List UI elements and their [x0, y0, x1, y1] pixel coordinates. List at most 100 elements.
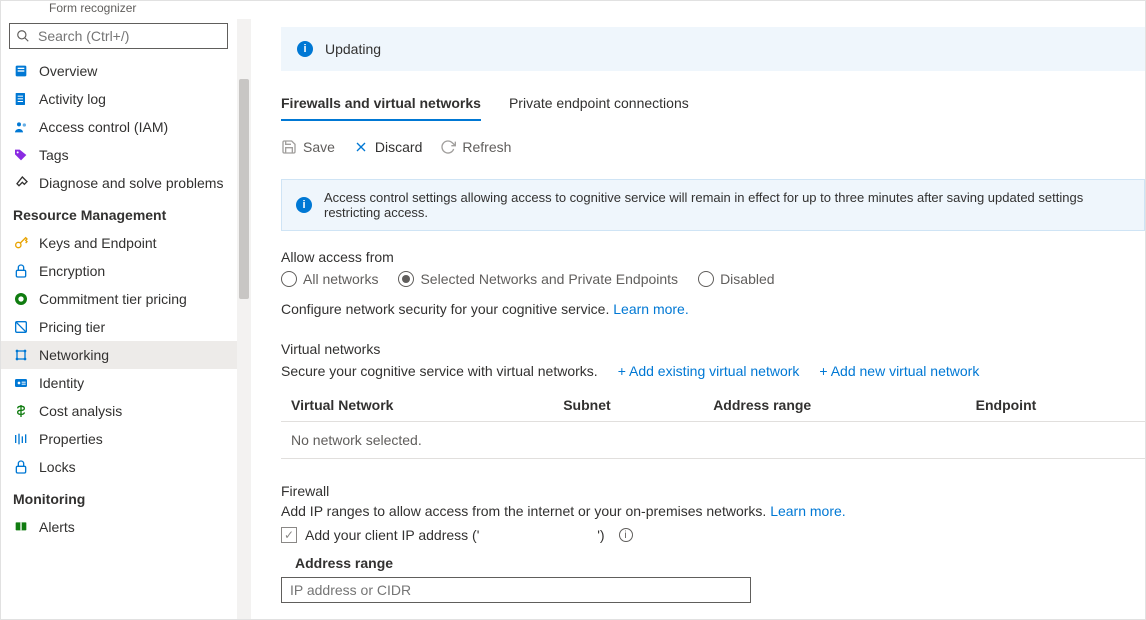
close-icon	[353, 139, 369, 155]
search-input[interactable]	[36, 27, 221, 45]
tags-icon	[13, 147, 29, 163]
resource-type-label: Form recognizer	[1, 1, 1145, 19]
sidebar-item-alerts[interactable]: Alerts	[1, 513, 251, 541]
sidebar-item-networking[interactable]: Networking	[1, 341, 251, 369]
updating-banner: i Updating	[281, 27, 1145, 71]
sidebar-scrollbar-track[interactable]	[237, 19, 251, 619]
vnet-table: Virtual NetworkSubnetAddress rangeEndpoi…	[281, 389, 1145, 459]
radio-dot-icon	[698, 271, 714, 287]
vnet-subtitle: Secure your cognitive service with virtu…	[281, 363, 598, 379]
sidebar-item-label: Keys and Endpoint	[39, 235, 157, 251]
add-new-vnet-link[interactable]: + Add new virtual network	[819, 363, 979, 379]
locks-icon	[13, 459, 29, 475]
sidebar-search[interactable]	[9, 23, 228, 49]
discard-label: Discard	[375, 139, 422, 155]
allow-access-label: Allow access from	[281, 249, 1145, 265]
sidebar-item-activity-log[interactable]: Activity log	[1, 85, 251, 113]
sidebar-item-pricing-tier[interactable]: Pricing tier	[1, 313, 251, 341]
refresh-icon	[440, 139, 456, 155]
networking-icon	[13, 347, 29, 363]
save-label: Save	[303, 139, 335, 155]
firewall-title: Firewall	[281, 483, 1145, 499]
sidebar-item-label: Locks	[39, 459, 76, 475]
radio-label: Selected Networks and Private Endpoints	[420, 271, 678, 287]
search-icon	[16, 29, 30, 43]
sidebar-item-label: Tags	[39, 147, 69, 163]
sidebar: Overview Activity log Access control (IAM)…	[1, 19, 251, 619]
allow-access-radios: All networks Selected Networks and Privat…	[281, 271, 1145, 287]
info-icon: i	[296, 197, 312, 213]
radio-dot-icon	[398, 271, 414, 287]
vnet-col-address-range: Address range	[703, 389, 965, 422]
vnet-col-subnet: Subnet	[553, 389, 703, 422]
learn-more-link[interactable]: Learn more.	[613, 301, 688, 317]
main-content: i Updating Firewalls and virtual network…	[251, 19, 1145, 619]
info-icon: i	[297, 41, 313, 57]
sidebar-scrollbar-thumb[interactable]	[239, 79, 249, 299]
keys-icon	[13, 235, 29, 251]
sidebar-item-locks[interactable]: Locks	[1, 453, 251, 481]
cost-icon	[13, 403, 29, 419]
sidebar-item-label: Encryption	[39, 263, 105, 279]
sidebar-item-encryption[interactable]: Encryption	[1, 257, 251, 285]
info-strip: i Access control settings allowing acces…	[281, 179, 1145, 231]
sidebar-item-label: Properties	[39, 431, 103, 447]
address-range-label: Address range	[295, 555, 1145, 571]
sidebar-item-label: Overview	[39, 63, 97, 79]
banner-text: Updating	[325, 41, 381, 57]
overview-icon	[13, 63, 29, 79]
sidebar-item-cost-analysis[interactable]: Cost analysis	[1, 397, 251, 425]
radio-all-networks[interactable]: All networks	[281, 271, 378, 287]
sidebar-item-label: Cost analysis	[39, 403, 122, 419]
sidebar-item-label: Identity	[39, 375, 84, 391]
tab-bar: Firewalls and virtual networks Private en…	[281, 95, 1145, 121]
radio-selected-networks-and-private-endpoints[interactable]: Selected Networks and Private Endpoints	[398, 271, 678, 287]
sidebar-item-tags[interactable]: Tags	[1, 141, 251, 169]
sidebar-item-identity[interactable]: Identity	[1, 369, 251, 397]
vnet-col-virtual-network: Virtual Network	[281, 389, 553, 422]
commitment-icon	[13, 291, 29, 307]
add-client-ip-checkbox[interactable]: ✓	[281, 527, 297, 543]
firewall-subtitle: Add IP ranges to allow access from the i…	[281, 503, 766, 519]
tab-private-endpoint-connections[interactable]: Private endpoint connections	[509, 95, 689, 121]
add-existing-vnet-link[interactable]: + Add existing virtual network	[618, 363, 800, 379]
sidebar-item-access-control-iam-[interactable]: Access control (IAM)	[1, 113, 251, 141]
sidebar-item-overview[interactable]: Overview	[1, 57, 251, 85]
activitylog-icon	[13, 91, 29, 107]
save-button[interactable]: Save	[281, 139, 335, 155]
pricing-icon	[13, 319, 29, 335]
sidebar-item-properties[interactable]: Properties	[1, 425, 251, 453]
sidebar-item-label: Pricing tier	[39, 319, 105, 335]
sidebar-item-diagnose-and-solve-problems[interactable]: Diagnose and solve problems	[1, 169, 251, 197]
radio-dot-icon	[281, 271, 297, 287]
info-icon[interactable]: i	[619, 528, 633, 542]
lock-icon	[13, 263, 29, 279]
vnet-empty-row: No network selected.	[281, 422, 1145, 459]
configure-text: Configure network security for your cogn…	[281, 301, 609, 317]
refresh-label: Refresh	[462, 139, 511, 155]
radio-label: All networks	[303, 271, 378, 287]
vnet-title: Virtual networks	[281, 341, 1145, 357]
properties-icon	[13, 431, 29, 447]
sidebar-group-title: Monitoring	[1, 481, 251, 513]
alerts-icon	[13, 519, 29, 535]
firewall-learn-more-link[interactable]: Learn more.	[770, 503, 845, 519]
sidebar-item-label: Access control (IAM)	[39, 119, 168, 135]
identity-icon	[13, 375, 29, 391]
diagnose-icon	[13, 175, 29, 191]
add-client-ip-label: Add your client IP address (' ')	[305, 527, 605, 543]
radio-disabled[interactable]: Disabled	[698, 271, 774, 287]
discard-button[interactable]: Discard	[353, 139, 422, 155]
sidebar-item-label: Activity log	[39, 91, 106, 107]
sidebar-item-label: Alerts	[39, 519, 75, 535]
sidebar-item-label: Networking	[39, 347, 109, 363]
info-strip-text: Access control settings allowing access …	[324, 190, 1130, 220]
sidebar-item-keys-and-endpoint[interactable]: Keys and Endpoint	[1, 229, 251, 257]
tab-firewalls-and-virtual-networks[interactable]: Firewalls and virtual networks	[281, 95, 481, 121]
sidebar-item-label: Commitment tier pricing	[39, 291, 187, 307]
command-bar: Save Discard Refresh	[281, 139, 1145, 155]
ip-address-input[interactable]	[281, 577, 751, 603]
sidebar-item-commitment-tier-pricing[interactable]: Commitment tier pricing	[1, 285, 251, 313]
refresh-button[interactable]: Refresh	[440, 139, 511, 155]
save-icon	[281, 139, 297, 155]
